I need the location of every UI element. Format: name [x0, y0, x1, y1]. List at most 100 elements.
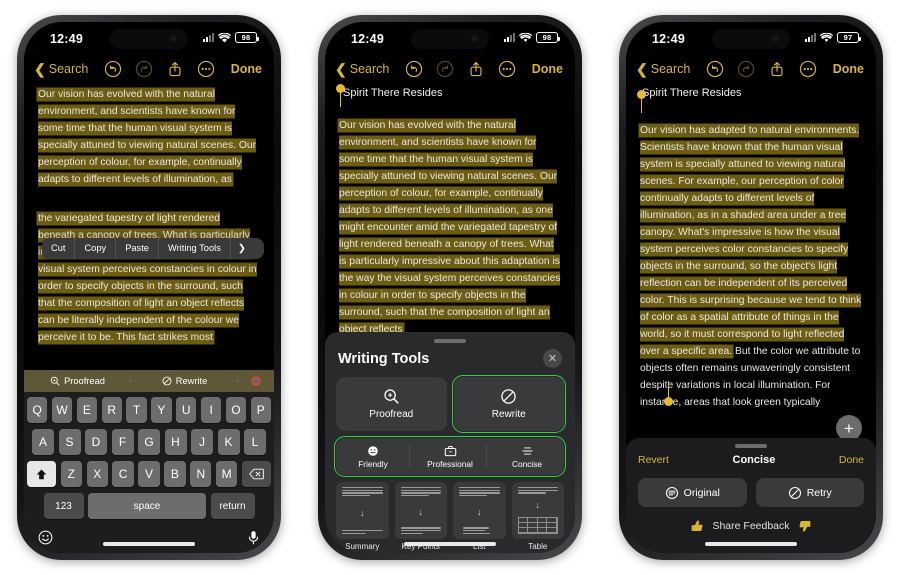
keyboard-row-1[interactable]: Q W E R T Y U I O P: [27, 397, 271, 423]
numbers-key[interactable]: 123: [43, 493, 84, 519]
keyboard-rows[interactable]: Q W E R T Y U I O P A S D F G H J K L Z …: [24, 392, 274, 519]
result-actions[interactable]: Original Retry: [638, 478, 864, 507]
key-c[interactable]: C: [112, 461, 134, 487]
undo-icon[interactable]: [706, 60, 724, 78]
chevron-left-icon: ❮: [636, 61, 648, 77]
suggestion-proofread[interactable]: Proofread: [24, 376, 131, 386]
suggestion-rewrite[interactable]: Rewrite: [131, 376, 238, 386]
redo-icon: [737, 60, 755, 78]
chevron-right-icon[interactable]: ❯: [231, 238, 253, 259]
proofread-button[interactable]: Proofread: [336, 377, 447, 431]
sheet-grabber[interactable]: [434, 339, 466, 343]
back-to-search-button[interactable]: ❮ Search: [34, 62, 88, 76]
microphone-icon[interactable]: [247, 530, 260, 548]
key-k[interactable]: K: [217, 429, 240, 455]
note-body[interactable]: Spirit There Resides Our vision has evol…: [325, 84, 575, 384]
share-icon[interactable]: [467, 60, 485, 78]
done-button[interactable]: Done: [833, 62, 864, 76]
apple-intelligence-icon[interactable]: [238, 375, 274, 387]
back-to-search-button[interactable]: ❮ Search: [335, 62, 389, 76]
cellular-bars-icon: [203, 33, 214, 42]
note-body[interactable]: Our vision has evolved with the natural …: [24, 86, 274, 400]
tone-concise-button[interactable]: Concise: [490, 438, 564, 475]
more-ellipsis-icon[interactable]: [498, 60, 516, 78]
emoji-smiley-icon[interactable]: [38, 530, 53, 548]
backspace-delete-icon[interactable]: [241, 461, 272, 487]
home-indicator: [103, 542, 195, 546]
share-icon[interactable]: [166, 60, 184, 78]
rewrite-result-panel[interactable]: Revert Concise Done Original Retry Share…: [626, 438, 876, 553]
list-button[interactable]: ↓ List: [453, 482, 506, 551]
key-e[interactable]: E: [76, 397, 98, 423]
key-n[interactable]: N: [190, 461, 212, 487]
key-q[interactable]: Q: [27, 397, 48, 423]
keyboard-row-3[interactable]: Z X C V B N M: [26, 461, 272, 487]
edit-context-menu[interactable]: Cut Copy Paste Writing Tools ❯: [42, 238, 264, 259]
key-j[interactable]: J: [191, 429, 213, 455]
summary-button[interactable]: ↓ Summary: [336, 482, 389, 551]
sheet-grabber[interactable]: [735, 444, 767, 448]
selection-handle-start[interactable]: [637, 90, 646, 113]
key-o[interactable]: O: [225, 397, 247, 423]
revert-button[interactable]: Revert: [638, 454, 669, 466]
writing-tools-primary-actions[interactable]: Proofread Rewrite: [336, 375, 566, 433]
keyboard-row-4[interactable]: 123 space return: [27, 493, 271, 519]
shift-up-arrow-icon[interactable]: [26, 461, 57, 487]
keyboard-suggestion-bar[interactable]: Proofread Rewrite: [24, 370, 274, 392]
proofread-label: Proofread: [369, 409, 414, 420]
key-y[interactable]: Y: [151, 397, 172, 423]
key-u[interactable]: U: [176, 397, 197, 423]
key-d[interactable]: D: [85, 429, 107, 455]
undo-icon[interactable]: [104, 60, 122, 78]
menu-item-copy[interactable]: Copy: [75, 238, 117, 259]
share-icon[interactable]: [768, 60, 786, 78]
key-w[interactable]: W: [51, 397, 73, 423]
done-button[interactable]: Done: [839, 454, 864, 466]
key-f[interactable]: F: [111, 429, 134, 455]
keyboard-row-2[interactable]: A S D F G H J K L: [27, 429, 271, 455]
key-g[interactable]: G: [138, 429, 160, 455]
done-button[interactable]: Done: [532, 62, 563, 76]
tone-friendly-button[interactable]: Friendly: [336, 438, 410, 475]
key-z[interactable]: Z: [60, 461, 83, 487]
key-p[interactable]: P: [250, 397, 271, 423]
undo-icon[interactable]: [405, 60, 423, 78]
original-button[interactable]: Original: [638, 478, 747, 507]
close-x-icon[interactable]: ✕: [543, 349, 562, 368]
key-x[interactable]: X: [86, 461, 108, 487]
writing-tools-tone-group[interactable]: Friendly Professional Concise: [334, 436, 566, 477]
rewrite-label: Rewrite: [491, 409, 526, 420]
note-body[interactable]: Spirit There Resides Our vision has adap…: [626, 86, 876, 441]
key-t[interactable]: T: [126, 397, 147, 423]
key-l[interactable]: L: [244, 429, 266, 455]
key-s[interactable]: S: [58, 429, 81, 455]
key-r[interactable]: R: [101, 397, 122, 423]
table-button[interactable]: ↓ Table: [511, 482, 564, 551]
key-b[interactable]: B: [164, 461, 186, 487]
share-feedback-row[interactable]: Share Feedback: [638, 519, 864, 553]
key-i[interactable]: I: [200, 397, 222, 423]
menu-item-cut[interactable]: Cut: [42, 238, 76, 259]
more-ellipsis-icon[interactable]: [197, 60, 215, 78]
rewrite-button[interactable]: Rewrite: [451, 375, 566, 433]
more-ellipsis-icon[interactable]: [799, 60, 817, 78]
key-m[interactable]: M: [215, 461, 238, 487]
key-v[interactable]: V: [138, 461, 160, 487]
download-arrow-icon: ↓: [360, 508, 365, 519]
retry-button[interactable]: Retry: [755, 478, 864, 507]
selection-handle-start[interactable]: [336, 84, 345, 107]
back-to-search-button[interactable]: ❮ Search: [636, 62, 690, 76]
selection-handle-end[interactable]: [664, 381, 673, 406]
menu-item-paste[interactable]: Paste: [116, 238, 159, 259]
menu-item-writing-tools[interactable]: Writing Tools: [159, 238, 231, 259]
keyboard-bottom-row[interactable]: [24, 525, 274, 551]
key-a[interactable]: A: [32, 429, 54, 455]
tone-professional-button[interactable]: Professional: [413, 438, 487, 475]
key-h[interactable]: H: [164, 429, 187, 455]
space-key[interactable]: space: [88, 493, 206, 519]
key-points-button[interactable]: ↓ Key Points: [394, 482, 447, 551]
return-key[interactable]: return: [210, 493, 255, 519]
done-button[interactable]: Done: [231, 62, 262, 76]
onscreen-keyboard[interactable]: Proofread Rewrite Q W E R T Y U I O P A …: [24, 370, 274, 553]
writing-tools-sheet[interactable]: Writing Tools ✕ Proofread Rewrite Friend…: [325, 332, 575, 553]
